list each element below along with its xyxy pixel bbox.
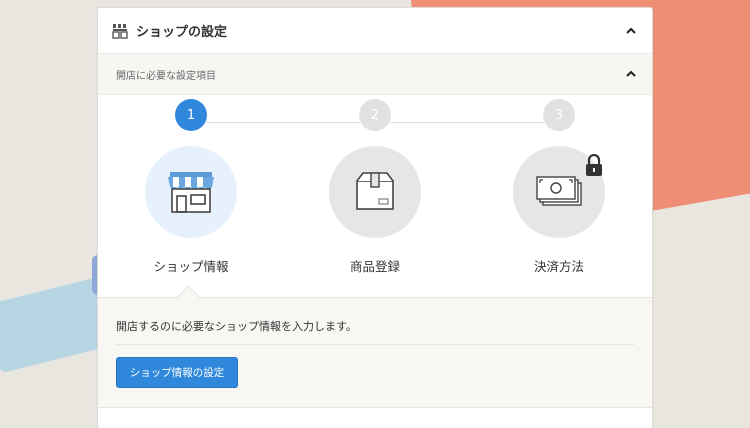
divider	[98, 407, 652, 408]
box-icon	[356, 172, 394, 210]
step-connector	[390, 122, 544, 123]
chevron-up-icon[interactable]	[624, 24, 638, 38]
shop-icon	[112, 23, 128, 39]
lock-icon	[586, 154, 602, 176]
money-icon	[536, 176, 582, 206]
chevron-up-icon[interactable]	[624, 67, 638, 81]
section-title: 開店に必要な設定項目	[116, 70, 216, 82]
step-info-panel: 開店するのに必要なショップ情報を入力します。 ショップ情報の設定	[98, 297, 652, 408]
info-text: 開店するのに必要なショップ情報を入力します。	[116, 320, 357, 333]
step-label-product-registration: 商品登録	[349, 259, 400, 274]
section-header[interactable]: 開店に必要な設定項目	[98, 54, 652, 95]
step-connector	[206, 122, 360, 123]
step-number-2: 2	[359, 99, 391, 131]
step-shop-info[interactable]	[145, 146, 237, 238]
storefront-icon	[168, 172, 214, 213]
step-label-shop-info: ショップ情報	[153, 259, 229, 274]
card-header[interactable]: ショップの設定	[98, 8, 652, 54]
step-number-3: 3	[543, 99, 575, 131]
divider	[116, 344, 634, 345]
step-product-registration[interactable]	[329, 146, 421, 238]
step-number-1: 1	[175, 99, 207, 131]
card-title: ショップの設定	[136, 25, 228, 40]
step-label-payment-method: 決済方法	[533, 259, 584, 274]
shop-info-settings-button[interactable]: ショップ情報の設定	[116, 357, 238, 388]
